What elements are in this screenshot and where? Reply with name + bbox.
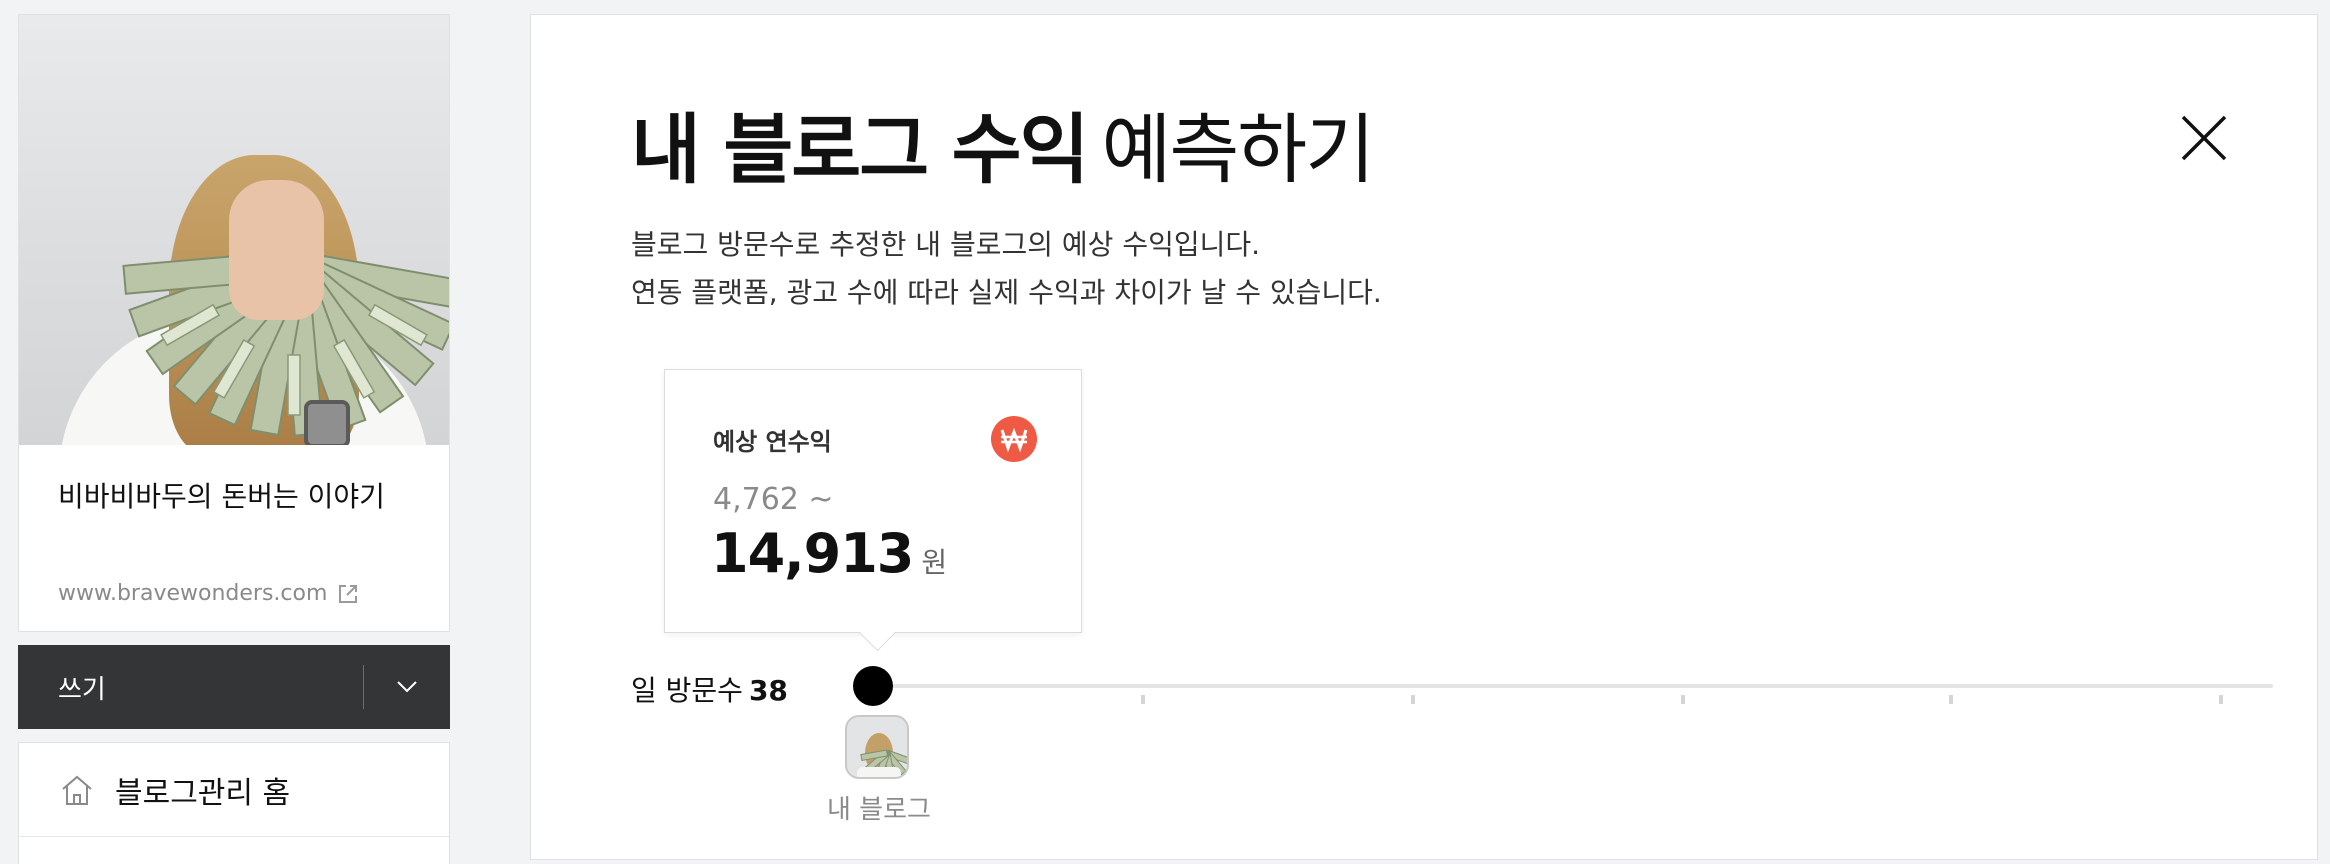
blog-admin-menu: 블로그관리 홈: [18, 742, 450, 864]
close-icon[interactable]: [2171, 105, 2237, 171]
blog-url-link[interactable]: www.bravewonders.com: [58, 581, 359, 606]
write-bar: 쓰기: [18, 645, 450, 729]
daily-visits-slider[interactable]: [853, 666, 2273, 706]
slider-thumb[interactable]: [853, 666, 893, 706]
estimate-min: 4,762 ~: [713, 482, 834, 517]
blog-url[interactable]: www.bravewonders.com: [58, 581, 327, 606]
estimate-label: 예상 연수익: [713, 428, 832, 456]
slider-tick: [1949, 695, 1953, 704]
my-blog-avatar: [845, 715, 909, 779]
write-dropdown-button[interactable]: [364, 645, 450, 729]
slider-tick: [1141, 695, 1145, 704]
blog-title[interactable]: 비바비바두의 돈버는 이야기: [58, 475, 418, 518]
daily-visits-label: 일 방문수: [631, 674, 743, 707]
slider-track[interactable]: [873, 684, 2273, 688]
revenue-prediction-panel: 내 블로그 수익 예측하기 블로그 방문수로 추정한 내 블로그의 예상 수익입니…: [530, 14, 2318, 860]
won-icon: [991, 416, 1037, 462]
my-blog-label: 내 블로그: [827, 795, 931, 825]
slider-tick: [1681, 695, 1685, 704]
daily-visits: 일 방문수 38: [631, 669, 788, 709]
slider-tick: [2219, 695, 2223, 704]
home-icon: [62, 775, 92, 805]
page-title: 내 블로그 수익 예측하기: [631, 95, 1375, 205]
menu-item-label: 블로그관리 홈: [115, 775, 291, 811]
daily-visits-value: 38: [748, 674, 788, 707]
write-button[interactable]: 쓰기: [58, 669, 363, 706]
blog-profile-card: 비바비바두의 돈버는 이야기 www.bravewonders.com: [18, 14, 450, 632]
description-line-1: 블로그 방문수로 추정한 내 블로그의 예상 수익입니다.: [631, 228, 1261, 261]
description-line-2: 연동 플랫폼, 광고 수에 따라 실제 수익과 차이가 날 수 있습니다.: [631, 276, 1382, 309]
external-link-icon[interactable]: [337, 583, 359, 605]
menu-item-blog-admin-home[interactable]: 블로그관리 홈: [19, 743, 449, 837]
page-title-strong: 내 블로그 수익: [631, 105, 1089, 194]
page-description: 블로그 방문수로 추정한 내 블로그의 예상 수익입니다. 연동 플랫폼, 광고…: [631, 221, 1382, 317]
blog-thumbnail-image: [847, 717, 907, 777]
slider-tick: [1411, 695, 1415, 704]
blog-profile-image[interactable]: [19, 15, 449, 445]
estimate-max: 14,913: [711, 522, 914, 585]
estimate-max-row: 14,913 원: [711, 522, 947, 585]
estimate-tooltip-card: 예상 연수익 4,762 ~ 14,913 원: [664, 369, 1082, 633]
chevron-down-icon: [397, 681, 417, 693]
page-title-light: 예측하기: [1101, 105, 1375, 194]
estimate-unit: 원: [921, 546, 948, 579]
